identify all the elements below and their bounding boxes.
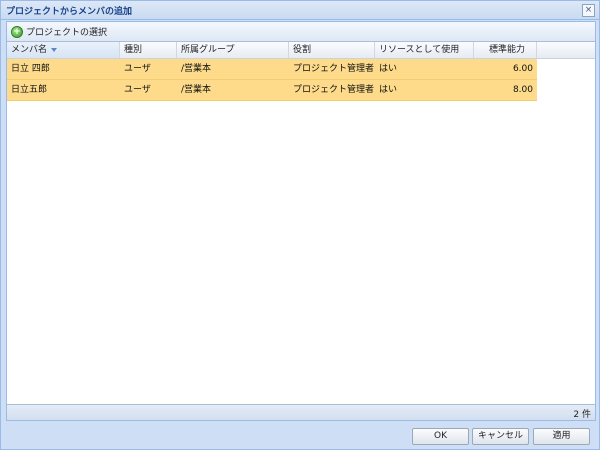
cell-group: /営業本	[181, 85, 212, 95]
cell-member-name: 日立 四郎	[11, 64, 50, 74]
column-header-capacity[interactable]: 標準能力	[474, 42, 537, 58]
cell-resource: はい	[379, 85, 398, 95]
column-label: 所属グループ	[181, 45, 235, 55]
add-members-dialog: プロジェクトからメンバの追加 × + プロジェクトの選択 メンバ名 種別 所属グ…	[0, 0, 600, 450]
column-label: 種別	[124, 45, 143, 55]
column-header-group[interactable]: 所属グループ	[177, 42, 289, 58]
select-project-button[interactable]: + プロジェクトの選択	[11, 25, 107, 38]
select-project-label: プロジェクトの選択	[26, 28, 108, 38]
cell-role: プロジェクト管理者	[293, 85, 375, 95]
ok-button[interactable]: OK	[412, 428, 469, 445]
grid-toolbar: + プロジェクトの選択	[7, 22, 595, 42]
cancel-button[interactable]: キャンセル	[472, 428, 529, 445]
cell-resource: はい	[379, 64, 398, 74]
dialog-titlebar[interactable]: プロジェクトからメンバの追加 ×	[1, 1, 599, 20]
column-header-member-name[interactable]: メンバ名	[7, 42, 120, 58]
close-icon[interactable]: ×	[582, 4, 595, 17]
column-header-role[interactable]: 役割	[289, 42, 375, 58]
record-count: 2 件	[573, 410, 591, 420]
column-label: メンバ名	[11, 45, 48, 55]
column-label: 役割	[293, 45, 312, 55]
dialog-title: プロジェクトからメンバの追加	[6, 7, 133, 17]
table-row[interactable]: 日立五郎 ユーザ /営業本 プロジェクト管理者 はい 8.00	[7, 80, 537, 101]
column-label: リソースとして使用	[379, 45, 460, 55]
cell-type: ユーザ	[124, 64, 151, 74]
column-header-resource[interactable]: リソースとして使用	[375, 42, 474, 58]
grid-header: メンバ名 種別 所属グループ 役割 リソースとして使用 標準能力	[7, 42, 595, 59]
cell-role: プロジェクト管理者	[293, 64, 375, 74]
column-label: 標準能力	[489, 45, 526, 55]
apply-button[interactable]: 適用	[533, 428, 590, 445]
add-circle-icon: +	[11, 25, 23, 38]
cell-type: ユーザ	[124, 85, 151, 95]
cell-capacity: 6.00	[512, 64, 533, 74]
cell-capacity: 8.00	[512, 85, 533, 95]
cell-group: /営業本	[181, 64, 212, 74]
sort-desc-icon	[51, 47, 58, 52]
grid-statusbar: 2 件	[7, 404, 595, 420]
table-row[interactable]: 日立 四郎 ユーザ /営業本 プロジェクト管理者 はい 6.00	[7, 59, 537, 80]
column-header-type[interactable]: 種別	[120, 42, 177, 58]
cell-member-name: 日立五郎	[11, 85, 48, 95]
member-grid-panel: + プロジェクトの選択 メンバ名 種別 所属グループ 役割 リソースとして使用 …	[6, 21, 596, 421]
